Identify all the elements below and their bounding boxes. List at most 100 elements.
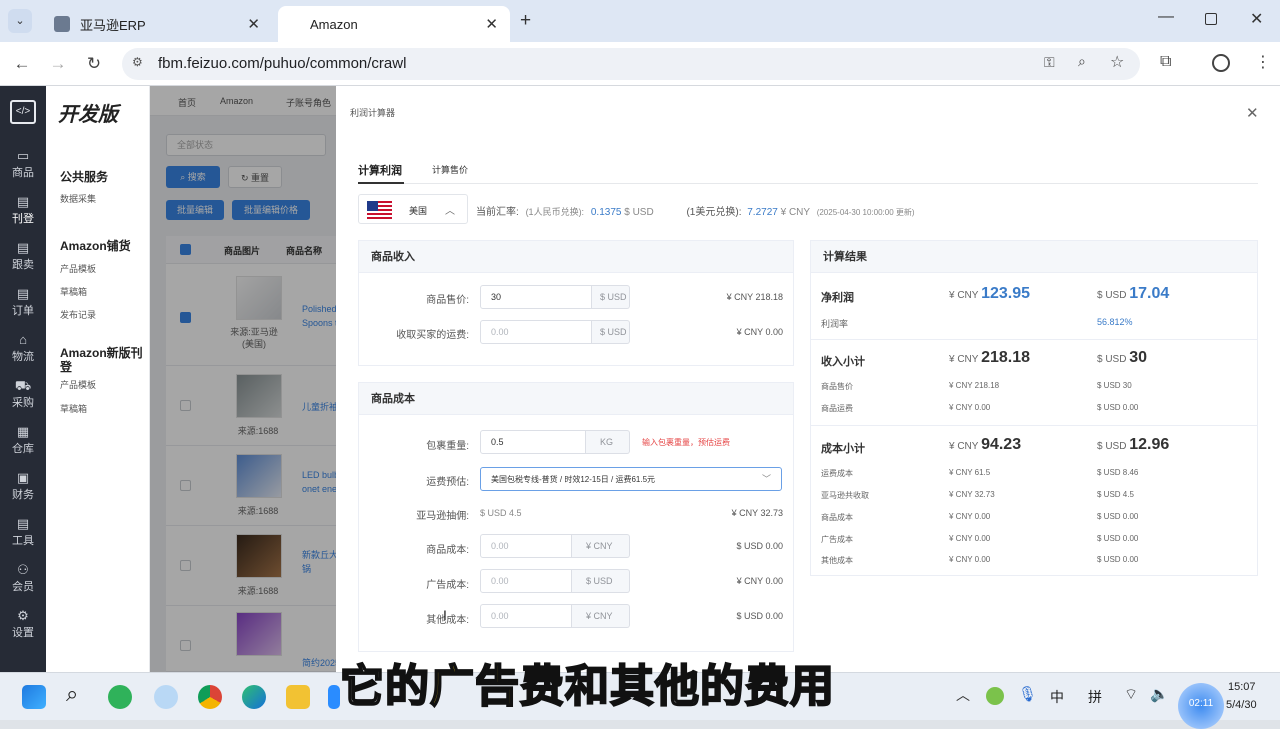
zoom-icon[interactable]: ⌕	[1078, 53, 1086, 70]
goods-cost-input[interactable]: 0.00	[480, 534, 572, 558]
nav-follow-sell[interactable]: ▤ 跟卖	[0, 240, 46, 272]
shipping-estimate-select[interactable]: 美国包税专线-普货 / 时效12-15日 / 运费61.5元 ﹀	[480, 467, 782, 491]
minimize-button[interactable]: —	[1158, 8, 1174, 26]
chrome-icon[interactable]	[198, 685, 222, 709]
weight-input[interactable]: 0.5	[480, 430, 586, 454]
menu-item-drafts[interactable]: 草稿箱	[60, 285, 87, 298]
nav-orders[interactable]: ▤ 订单	[0, 286, 46, 318]
income-subtotal-cny: ¥ CNY 218.18	[949, 349, 1030, 366]
tab-calc-profit[interactable]: 计算利润	[358, 162, 402, 178]
close-tab-icon[interactable]: ✕	[247, 15, 260, 33]
rate-cny-usd: 0.1375	[590, 207, 622, 218]
search-icon[interactable]: ⌕	[66, 681, 78, 707]
address-bar: ← → ↻ ⚙ fbm.feizuo.com/puhuo/common/craw…	[0, 42, 1280, 86]
chat-app-icon[interactable]	[328, 685, 340, 709]
cost-card-title: 商品成本	[359, 383, 793, 415]
back-arrow-icon[interactable]: ←	[10, 52, 34, 76]
net-profit-label: 净利润	[821, 292, 854, 304]
logistics-icon: ⌂	[19, 332, 27, 347]
tab-calc-price[interactable]: 计算售价	[432, 163, 468, 176]
ime-pinyin[interactable]: 拼	[1088, 687, 1102, 707]
file-explorer-icon[interactable]	[286, 685, 310, 709]
cost-row-cny: ¥ CNY 0.00	[949, 555, 991, 564]
close-window-button[interactable]: ✕	[1250, 9, 1263, 29]
orders-icon: ▤	[16, 286, 30, 301]
tray-app-icon[interactable]	[986, 687, 1004, 705]
new-tab-button[interactable]: +	[520, 10, 531, 32]
omnibox[interactable]: ⚙ fbm.feizuo.com/puhuo/common/crawl ⚿ ⌕ …	[122, 48, 1140, 80]
volume-icon[interactable]: 🔈	[1150, 685, 1169, 703]
country-select[interactable]: 美国 ︿	[358, 194, 468, 224]
tab-list-dropdown[interactable]: ⌄	[8, 9, 32, 33]
recording-badge: 02:11	[1178, 683, 1224, 729]
nav-purchase[interactable]: ⛟ 采购	[0, 378, 46, 410]
extensions-icon[interactable]: ⧉	[1160, 53, 1171, 71]
divider	[811, 339, 1257, 340]
nav-member[interactable]: ⚇ 会员	[0, 562, 46, 594]
nav-warehouse[interactable]: ▦ 仓库	[0, 424, 46, 456]
app-logo-icon[interactable]: </>	[10, 100, 36, 124]
nav-tools[interactable]: ▤ 工具	[0, 516, 46, 548]
microphone-icon[interactable]: 🎙	[1018, 685, 1037, 703]
finance-icon: ▣	[16, 470, 30, 485]
us-flag-icon	[367, 201, 392, 219]
nav-settings[interactable]: ⚙ 设置	[0, 608, 46, 640]
cost-row-usd: $ USD 8.46	[1097, 468, 1139, 477]
cost-row-cny: ¥ CNY 0.00	[949, 512, 991, 521]
income-row-cny: ¥ CNY 218.18	[949, 381, 1000, 390]
reload-icon[interactable]: ↻	[82, 52, 106, 76]
net-profit-usd: $ USD 17.04	[1097, 285, 1170, 302]
more-menu-icon[interactable]: ⋮	[1255, 52, 1271, 72]
nav-finance[interactable]: ▣ 财务	[0, 470, 46, 502]
bookmark-star-icon[interactable]: ☆	[1110, 52, 1124, 72]
modal-overlay[interactable]	[150, 86, 336, 672]
browser-tab-bar: ⌄ 亚马逊ERP ✕ Amazon ✕ + — ✕	[0, 0, 1280, 42]
nav-listing[interactable]: ▤ 刊登	[0, 194, 46, 226]
other-cost-input[interactable]: 0.00	[480, 604, 572, 628]
nav-goods[interactable]: ▭ 商品	[0, 148, 46, 180]
commission-label: 亚马逊抽佣:	[416, 511, 469, 522]
wechat-icon[interactable]	[108, 685, 132, 709]
site-settings-icon[interactable]: ⚙	[132, 55, 143, 69]
margin-value: 56.812%	[1097, 317, 1133, 327]
cost-row-cny: ¥ CNY 61.5	[949, 468, 991, 477]
ad-cost-input[interactable]: 0.00	[480, 569, 572, 593]
goods-cost-converted: $ USD 0.00	[736, 541, 783, 551]
profile-icon[interactable]	[1212, 54, 1230, 72]
tab-amazon[interactable]: Amazon ✕	[278, 6, 510, 42]
menu-item-drafts-new[interactable]: 草稿箱	[60, 402, 87, 415]
forward-arrow-icon[interactable]: →	[46, 52, 70, 76]
menu-item-publish-log[interactable]: 发布记录	[60, 308, 96, 321]
shipping-estimate-label: 运费预估:	[426, 477, 469, 488]
restore-button[interactable]	[1205, 13, 1217, 25]
income-subtotal-usd: $ USD 30	[1097, 349, 1148, 366]
other-cost-converted: $ USD 0.00	[736, 611, 783, 621]
clock-time[interactable]: 15:07	[1228, 681, 1256, 693]
menu-item-template-new[interactable]: 产品模板	[60, 378, 96, 391]
menu-item-data-crawl[interactable]: 数据采集	[60, 192, 96, 205]
tray-chevron-icon[interactable]: ︿	[956, 685, 970, 705]
buyer-shipping-input[interactable]: 0.00	[480, 320, 592, 344]
tab-erp[interactable]: 亚马逊ERP ✕	[40, 6, 272, 42]
other-cost-unit: ¥ CNY	[572, 604, 630, 628]
close-tab-icon[interactable]: ✕	[485, 15, 498, 33]
brand-logo-text: 开发版	[58, 104, 118, 126]
ime-chinese[interactable]: 中	[1050, 687, 1064, 707]
clock-date[interactable]: 5/4/30	[1226, 699, 1257, 711]
income-row-usd: $ USD 30	[1097, 381, 1132, 390]
follow-sell-icon: ▤	[16, 240, 30, 255]
key-icon[interactable]: ⚿	[1044, 54, 1055, 71]
income-row-label: 商品运费	[821, 404, 853, 413]
cloud-app-icon[interactable]	[154, 685, 178, 709]
weight-label: 包裹重量:	[426, 441, 469, 452]
erp-app: </> ▭ 商品 ▤ 刊登 ▤ 跟卖 ▤ 订单 ⌂ 物流 ⛟ 采购 ▦ 仓库 ▣ 财务 ▤ 工具 …	[0, 86, 1280, 672]
cost-row-label: 其他成本	[821, 556, 853, 565]
windows-start-icon[interactable]	[22, 685, 46, 709]
edge-icon[interactable]	[242, 685, 266, 709]
nav-logistics[interactable]: ⌂ 物流	[0, 332, 46, 364]
menu-item-template[interactable]: 产品模板	[60, 262, 96, 275]
cart-icon: ⛟	[14, 378, 32, 393]
wifi-icon[interactable]: ⌔	[1124, 685, 1138, 704]
drawer-close-icon[interactable]: ✕	[1246, 104, 1259, 122]
price-input[interactable]: 30	[480, 285, 592, 309]
